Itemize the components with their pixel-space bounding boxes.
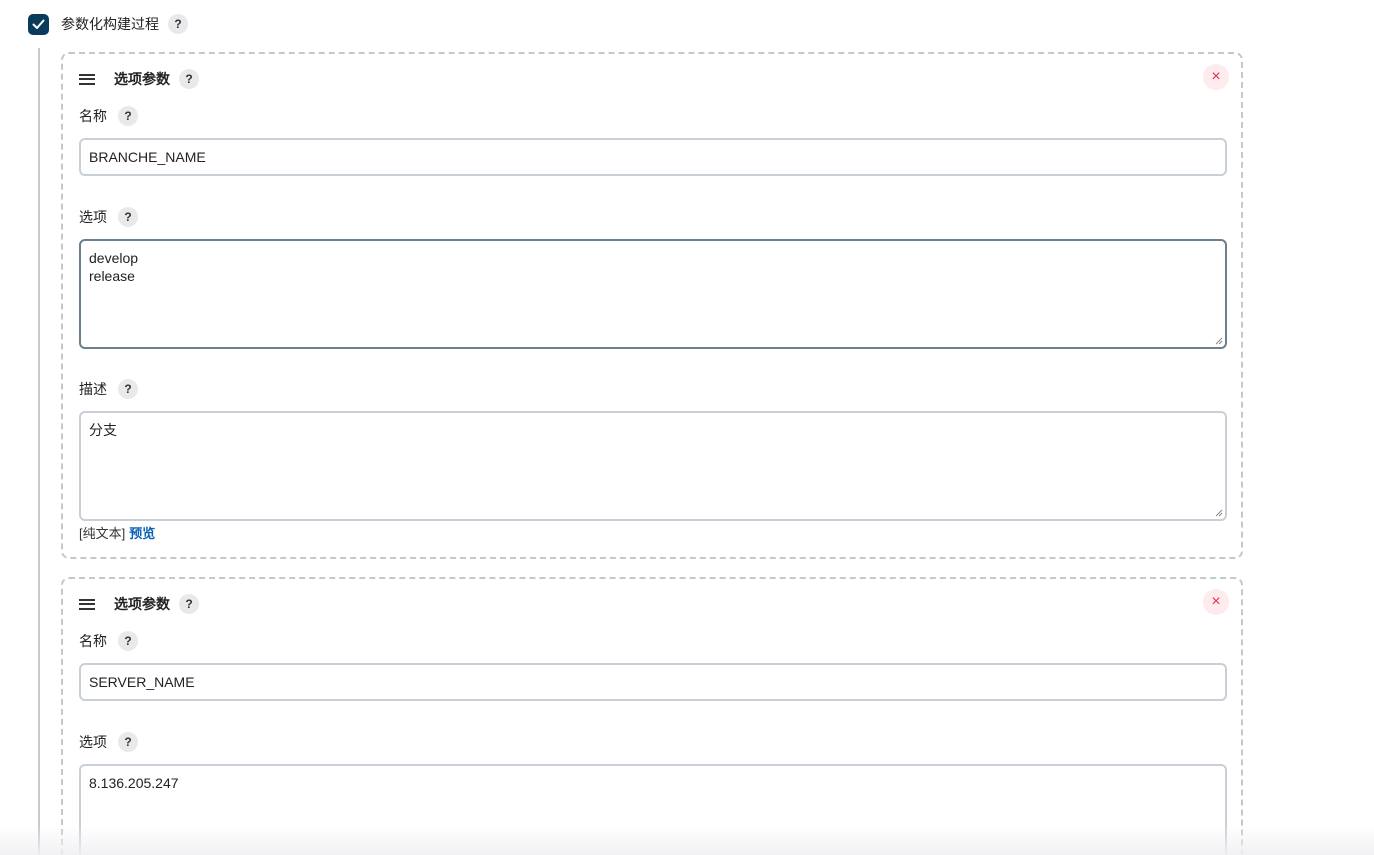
scroll-fade bbox=[0, 825, 1374, 855]
description-text: 分支 bbox=[89, 422, 117, 438]
card-title: 选项参数 bbox=[114, 596, 170, 612]
delete-parameter-button[interactable]: × bbox=[1203, 589, 1229, 615]
markup-format-row: [纯文本] 预览 bbox=[79, 523, 155, 542]
choices-text: develop release bbox=[89, 250, 139, 284]
choices-field-label: 选项 ? bbox=[79, 731, 138, 753]
help-icon[interactable]: ? bbox=[118, 106, 138, 126]
help-icon[interactable]: ? bbox=[118, 207, 138, 227]
name-input[interactable]: SERVER_NAME bbox=[79, 663, 1227, 701]
choices-field-label: 选项 ? bbox=[79, 206, 138, 228]
name-label: 名称 bbox=[79, 108, 107, 124]
help-icon[interactable]: ? bbox=[118, 732, 138, 752]
card-header: 选项参数 ? bbox=[79, 68, 199, 90]
section-rule bbox=[38, 48, 40, 855]
name-label: 名称 bbox=[79, 633, 107, 649]
choice-parameter-card: 选项参数 ? × 名称 ? BRANCHE_NAME 选项 ? develop … bbox=[61, 52, 1243, 559]
drag-handle-icon[interactable] bbox=[79, 73, 95, 85]
choices-textarea[interactable]: develop release bbox=[79, 239, 1227, 349]
description-textarea[interactable]: 分支 bbox=[79, 411, 1227, 521]
name-field-label: 名称 ? bbox=[79, 105, 138, 127]
preview-link[interactable]: 预览 bbox=[129, 526, 155, 541]
drag-handle-icon[interactable] bbox=[79, 598, 95, 610]
choices-text: 8.136.205.247 bbox=[89, 775, 179, 791]
checkmark-icon bbox=[32, 19, 45, 29]
parameterized-build-row: 参数化构建过程 ? bbox=[28, 13, 188, 35]
choices-label: 选项 bbox=[79, 209, 107, 225]
description-label: 描述 bbox=[79, 381, 107, 397]
page: 参数化构建过程 ? 选项参数 ? × 名称 ? BRANCHE_NAME 选项 … bbox=[0, 0, 1374, 855]
help-icon[interactable]: ? bbox=[118, 379, 138, 399]
plain-text-label: [纯文本] bbox=[79, 526, 126, 541]
name-input[interactable]: BRANCHE_NAME bbox=[79, 138, 1227, 176]
card-title: 选项参数 bbox=[114, 71, 170, 87]
help-icon[interactable]: ? bbox=[179, 594, 199, 614]
help-icon[interactable]: ? bbox=[179, 69, 199, 89]
card-header: 选项参数 ? bbox=[79, 593, 199, 615]
choice-parameter-card: 选项参数 ? × 名称 ? SERVER_NAME 选项 ? 8.136.205… bbox=[61, 577, 1243, 855]
choices-label: 选项 bbox=[79, 734, 107, 750]
resize-handle-icon[interactable] bbox=[1215, 509, 1223, 517]
help-icon[interactable]: ? bbox=[118, 631, 138, 651]
parameterized-build-label[interactable]: 参数化构建过程 bbox=[61, 14, 159, 34]
name-field-label: 名称 ? bbox=[79, 630, 138, 652]
delete-parameter-button[interactable]: × bbox=[1203, 64, 1229, 90]
description-field-label: 描述 ? bbox=[79, 378, 138, 400]
parameterized-build-checkbox[interactable] bbox=[28, 13, 49, 35]
resize-handle-icon[interactable] bbox=[1215, 337, 1223, 345]
help-icon[interactable]: ? bbox=[168, 14, 188, 34]
